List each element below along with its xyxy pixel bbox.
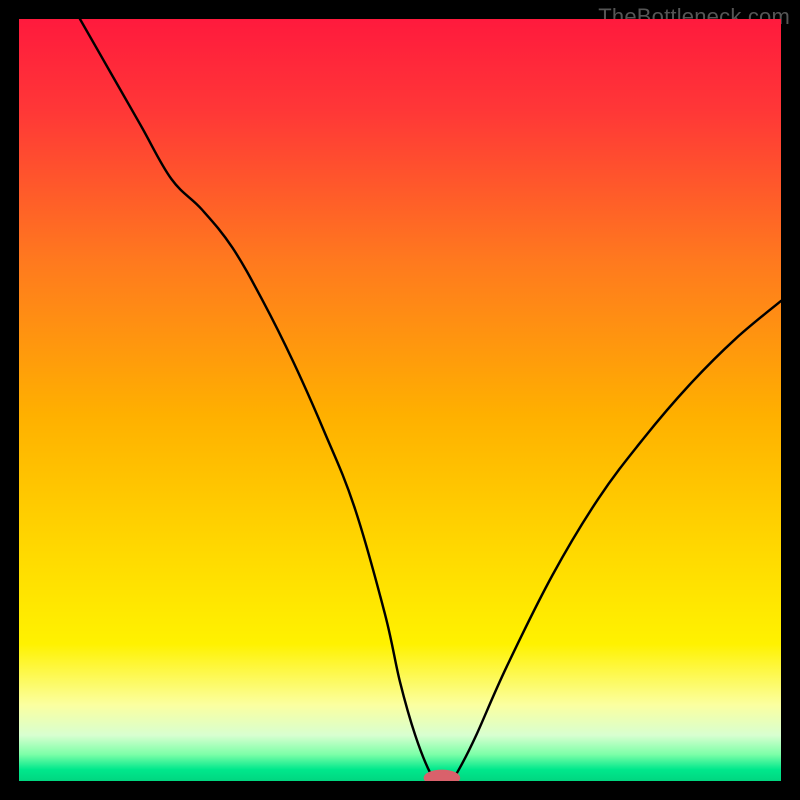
gradient-background xyxy=(19,19,781,781)
plot-area xyxy=(19,19,781,781)
chart-container: TheBottleneck.com xyxy=(0,0,800,800)
chart-svg xyxy=(19,19,781,781)
